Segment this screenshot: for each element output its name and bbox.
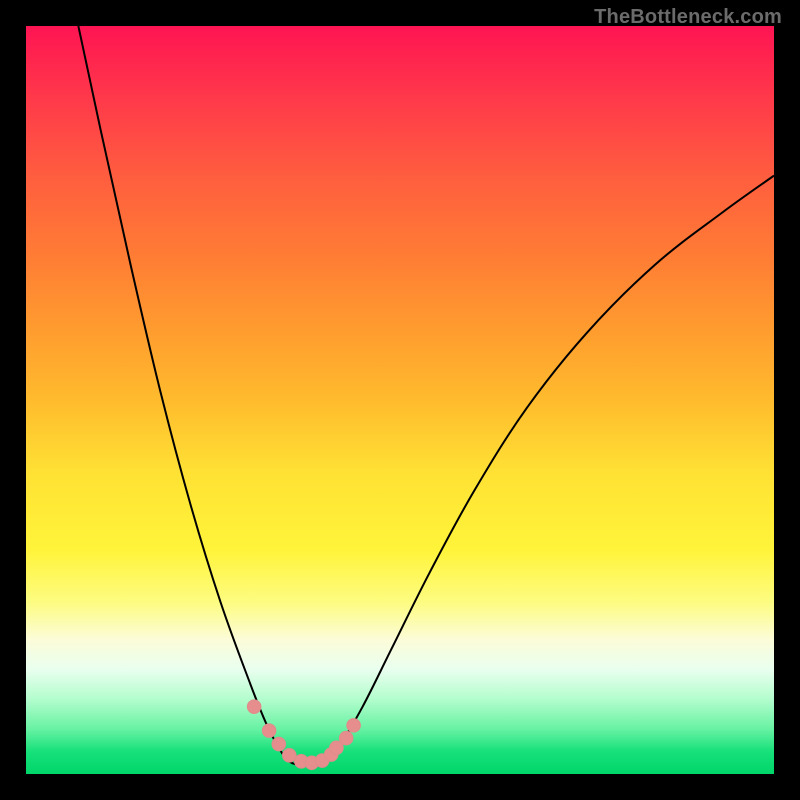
data-marker bbox=[272, 737, 285, 750]
chart-svg bbox=[26, 26, 774, 774]
data-marker bbox=[339, 731, 352, 744]
data-marker bbox=[262, 724, 275, 737]
data-marker bbox=[247, 700, 260, 713]
data-marker bbox=[283, 749, 296, 762]
chart-frame: TheBottleneck.com bbox=[0, 0, 800, 800]
marker-group bbox=[247, 700, 360, 770]
plot-area bbox=[26, 26, 774, 774]
curve-group bbox=[78, 26, 774, 765]
data-marker bbox=[347, 719, 360, 732]
bottleneck-curve bbox=[78, 26, 774, 765]
